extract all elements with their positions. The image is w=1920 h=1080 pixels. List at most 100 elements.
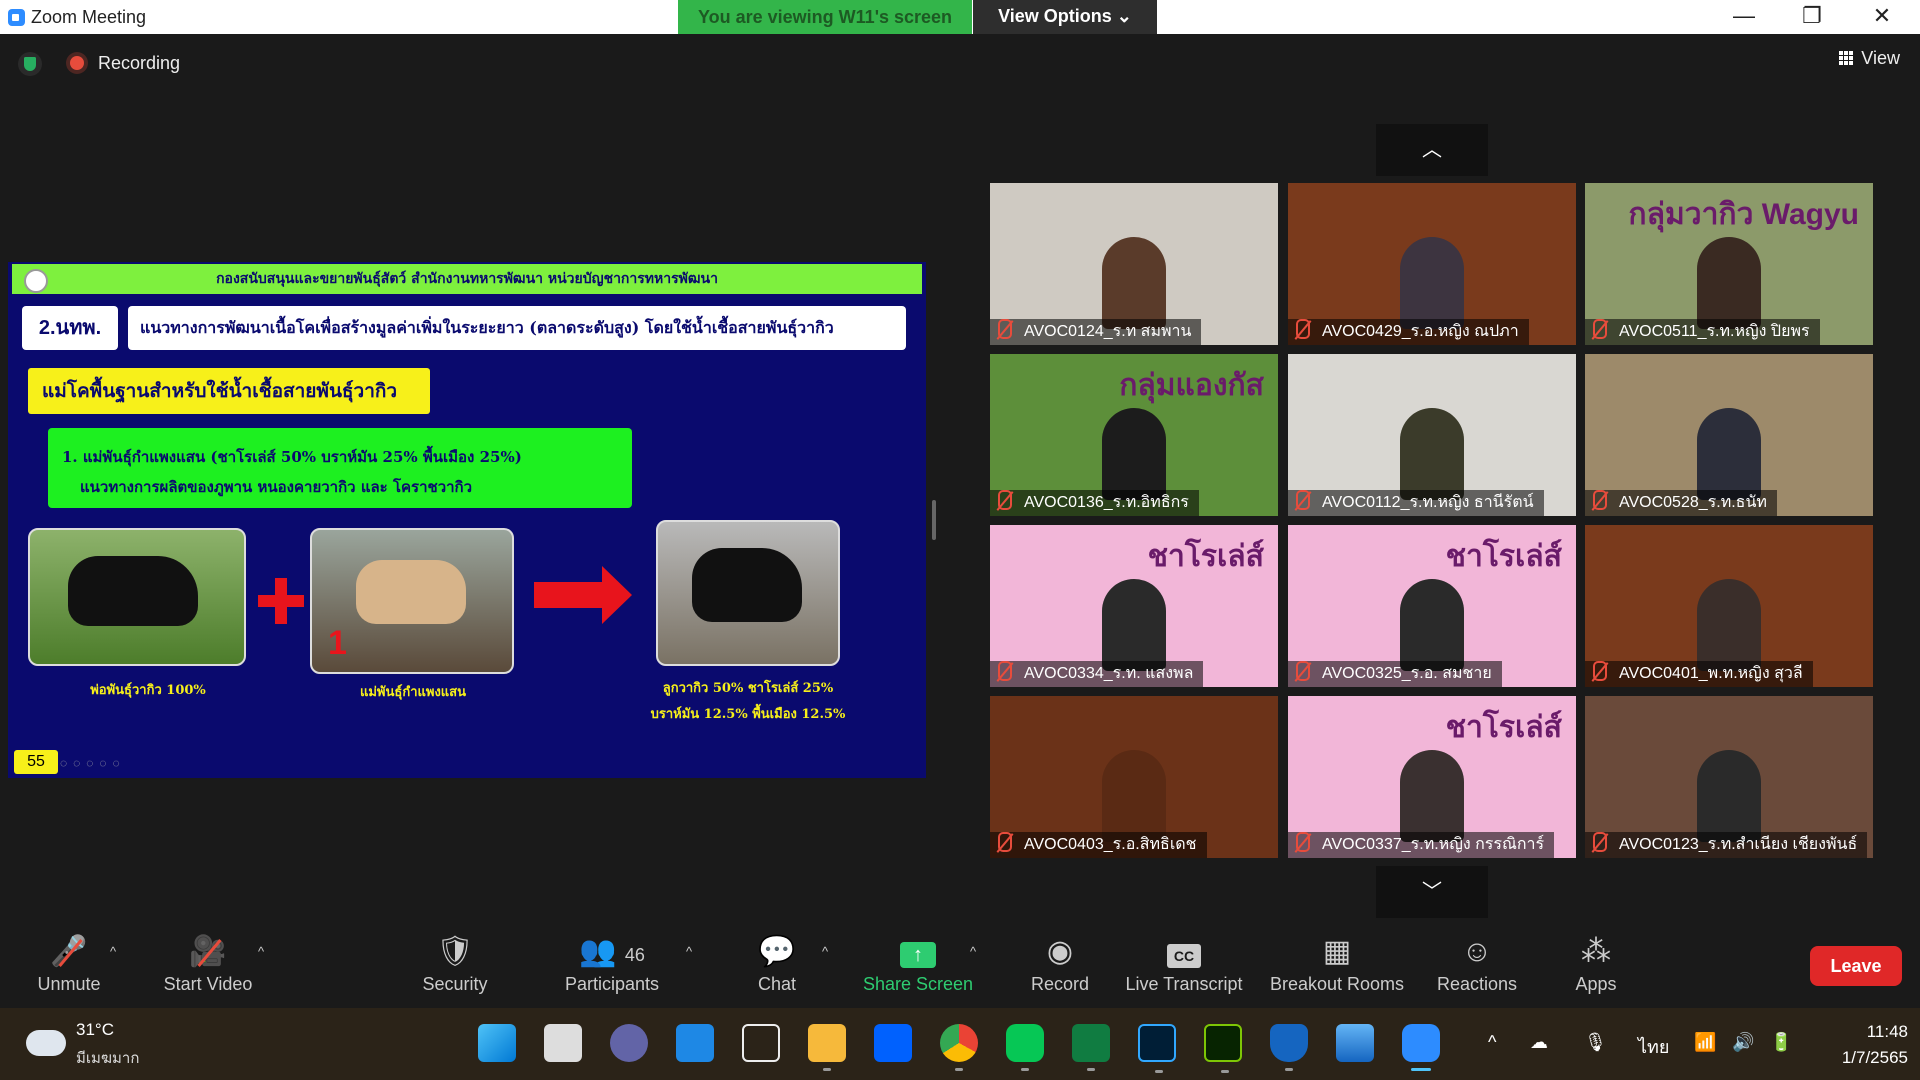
unmute-button[interactable]: 🎤 Unmute (24, 922, 114, 1008)
microphone-muted-icon (998, 832, 1012, 852)
weather-description[interactable]: มีเมฆมาก (76, 1046, 139, 1070)
slide-tools[interactable]: ◌◌◌◌◌ (60, 756, 126, 770)
minimize-button[interactable]: — (1714, 0, 1774, 34)
breakout-rooms-button[interactable]: ▦ Breakout Rooms (1266, 922, 1408, 1008)
gallery-down-button[interactable]: ﹀ (1376, 866, 1488, 918)
leave-button[interactable]: Leave (1810, 946, 1902, 986)
live-transcript-button[interactable]: CC Live Transcript (1120, 922, 1248, 1008)
participant-name: AVOC0401_พ.ท.หญิง สุวลี (1619, 665, 1803, 682)
chevron-down-icon: ⌄ (1116, 6, 1132, 26)
view-options-button[interactable]: View Options ⌄ (973, 0, 1157, 34)
security-shield-icon[interactable] (18, 52, 42, 76)
teams-chat-icon[interactable] (610, 1024, 648, 1062)
battery-icon[interactable]: 🔋 (1770, 1032, 1792, 1053)
participant-name: AVOC0403_ร.อ.สิทธิเดช (1024, 836, 1197, 853)
record-button[interactable]: ◉ Record (1018, 922, 1102, 1008)
clock-time[interactable]: 11:48 (1852, 1022, 1908, 1042)
participant-name-label: AVOC0403_ร.อ.สิทธิเดช (990, 832, 1207, 858)
zoom-taskbar-icon[interactable] (1402, 1024, 1440, 1071)
participant-silhouette (1400, 579, 1464, 671)
microphone-muted-icon (1296, 319, 1310, 339)
unmute-label: Unmute (37, 974, 101, 994)
security-button[interactable]: 🛡 Security (410, 922, 500, 1008)
weather-temperature[interactable]: 31°C (76, 1020, 114, 1040)
live-transcript-label: Live Transcript (1125, 974, 1243, 994)
participant-tile[interactable]: ชาโรเล่ส์ AVOC0337_ร.ท.หญิง กรรณิการ์ (1288, 696, 1576, 858)
microphone-muted-icon (1296, 490, 1310, 510)
start-video-button[interactable]: 🎥 Start Video (158, 922, 258, 1008)
share-options-caret[interactable]: ^ (970, 944, 976, 959)
dreamweaver-icon[interactable] (1204, 1024, 1242, 1073)
gallery-up-button[interactable]: ︿ (1376, 124, 1488, 176)
audio-options-caret[interactable]: ^ (110, 944, 116, 959)
participant-silhouette (1697, 408, 1761, 500)
breakout-rooms-icon: ▦ (1322, 935, 1352, 968)
view-button[interactable]: View (1839, 48, 1900, 69)
shield-icon: 🛡 (435, 935, 475, 968)
chat-options-caret[interactable]: ^ (822, 944, 828, 959)
participant-tile[interactable]: กลุ่มวากิว Wagyu AVOC0511_ร.ท.หญิง ปิยพร (1585, 183, 1873, 345)
app-lightning-icon[interactable] (742, 1024, 780, 1062)
title-bar: Zoom Meeting You are viewing W11's scree… (0, 0, 1920, 34)
clock-date[interactable]: 1/7/2565 (1818, 1048, 1908, 1068)
microphone-tray-icon[interactable]: 🎙 (1584, 1032, 1607, 1053)
restore-button[interactable]: ❐ (1782, 0, 1842, 34)
close-button[interactable]: ✕ (1852, 0, 1912, 34)
participant-silhouette (1102, 579, 1166, 671)
task-view-icon[interactable] (544, 1024, 582, 1062)
video-options-caret[interactable]: ^ (258, 944, 264, 959)
arrow-right-icon (534, 566, 632, 624)
participant-tile[interactable]: AVOC0429_ร.อ.หญิง ณปภา (1288, 183, 1576, 345)
reactions-button[interactable]: ☺ Reactions (1428, 922, 1526, 1008)
split-divider-handle[interactable] (932, 500, 936, 540)
slide-header: กองสนับสนุนและขยายพันธุ์สัตว์ สำนักงานทห… (12, 264, 922, 294)
chat-button[interactable]: 💬 Chat (740, 922, 814, 1008)
photos-icon[interactable] (1336, 1024, 1374, 1062)
input-language[interactable]: ไทย (1638, 1032, 1669, 1061)
share-screen-button[interactable]: ↑ Share Screen (860, 922, 976, 1008)
tray-chevron-icon[interactable]: ^ (1488, 1032, 1496, 1053)
line-icon[interactable] (1006, 1024, 1044, 1071)
dropbox-icon[interactable] (874, 1024, 912, 1062)
mail-icon[interactable] (676, 1024, 714, 1062)
participant-name-label: AVOC0123_ร.ท.สำเนียง เชียงพันธ์ (1585, 832, 1868, 858)
participant-name-label: AVOC0429_ร.อ.หญิง ณปภา (1288, 319, 1529, 345)
participant-name-label: AVOC0401_พ.ท.หญิง สุวลี (1585, 661, 1813, 687)
slide-point-line2: แนวทางการผลิตของภูพาน หนองคายวากิว และ โ… (80, 478, 473, 496)
participant-silhouette (1697, 237, 1761, 329)
cloud-icon[interactable] (26, 1030, 66, 1056)
window-title: Zoom Meeting (31, 7, 147, 27)
participant-tile[interactable]: ชาโรเล่ส์ AVOC0325_ร.อ. สมชาย (1288, 525, 1576, 687)
file-explorer-icon[interactable] (808, 1024, 846, 1071)
participant-silhouette (1102, 408, 1166, 500)
virtual-background-text: ชาโรเล่ส์ (1445, 711, 1562, 744)
excel-icon[interactable] (1072, 1024, 1110, 1071)
slide-heading: แนวทางการพัฒนาเนื้อโคเพื่อสร้างมูลค่าเพิ… (128, 306, 906, 350)
apps-button[interactable]: ⁂ Apps (1560, 922, 1632, 1008)
photoshop-icon[interactable] (1138, 1024, 1176, 1073)
participant-tile[interactable]: AVOC0528_ร.ท.ธนัท (1585, 354, 1873, 516)
reactions-label: Reactions (1436, 974, 1518, 994)
participant-tile[interactable]: AVOC0112_ร.ท.หญิง ธานีรัตน์ (1288, 354, 1576, 516)
windows-start-icon[interactable] (478, 1024, 516, 1062)
slide-header-text: กองสนับสนุนและขยายพันธุ์สัตว์ สำนักงานทห… (216, 271, 718, 287)
wifi-icon[interactable]: 📶 (1694, 1032, 1716, 1053)
onedrive-cloud-icon[interactable]: ☁ (1530, 1032, 1548, 1053)
participants-button[interactable]: 👥 46 Participants (556, 922, 668, 1008)
participant-tile[interactable]: กลุ่มแองกัส AVOC0136_ร.ท.อิทธิกร (990, 354, 1278, 516)
windows-taskbar: 31°C มีเมฆมาก ^ ☁ 🎙 ไทย 📶 🔊 🔋 11:48 1/7/… (0, 1008, 1920, 1080)
participant-tile[interactable]: AVOC0124_ร.ท สมพาน (990, 183, 1278, 345)
participant-silhouette (1102, 750, 1166, 842)
defender-icon[interactable] (1270, 1024, 1308, 1071)
participants-options-caret[interactable]: ^ (686, 944, 692, 959)
chrome-icon[interactable] (940, 1024, 978, 1071)
volume-icon[interactable]: 🔊 (1732, 1032, 1754, 1053)
participant-name: AVOC0325_ร.อ. สมชาย (1322, 665, 1492, 682)
participant-tile[interactable]: AVOC0401_พ.ท.หญิง สุวลี (1585, 525, 1873, 687)
participant-name-label: AVOC0528_ร.ท.ธนัท (1585, 490, 1777, 516)
participant-tile[interactable]: AVOC0403_ร.อ.สิทธิเดช (990, 696, 1278, 858)
participant-tile[interactable]: AVOC0123_ร.ท.สำเนียง เชียงพันธ์ (1585, 696, 1873, 858)
number-mark: 1 (328, 624, 347, 662)
participant-tile[interactable]: ชาโรเล่ส์ AVOC0334_ร.ท. แสงพล (990, 525, 1278, 687)
participant-name: AVOC0124_ร.ท สมพาน (1024, 323, 1192, 340)
